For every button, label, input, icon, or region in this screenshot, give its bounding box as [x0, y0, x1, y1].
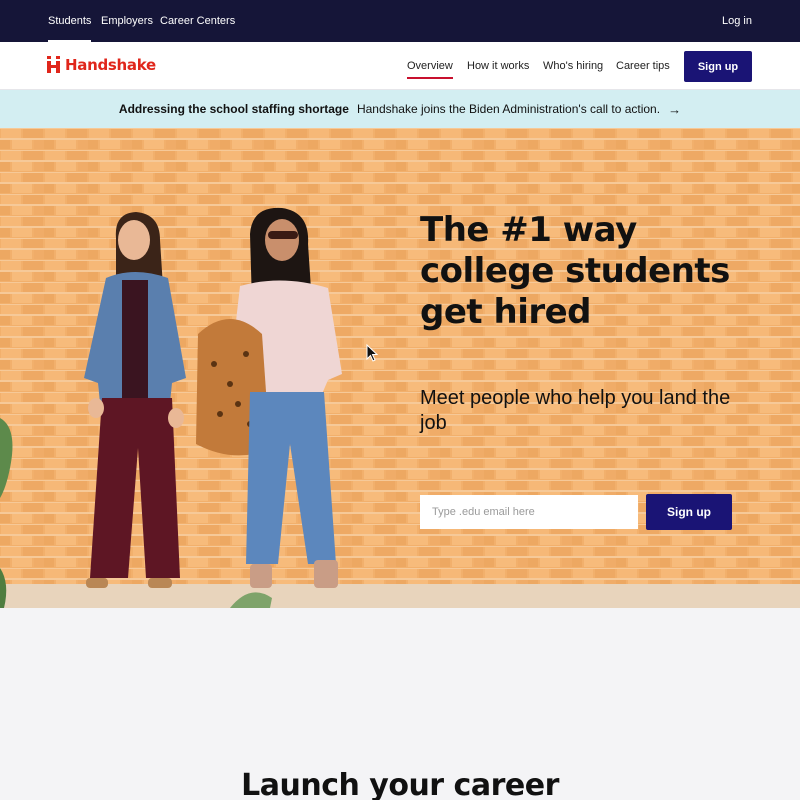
nav-signup-button[interactable]: Sign up [684, 51, 752, 82]
hero-signup-button[interactable]: Sign up [646, 494, 732, 530]
mouse-pointer-icon [366, 344, 379, 362]
hero-section: The #1 way college students get hired Me… [0, 128, 800, 608]
nav-overview[interactable]: Overview [407, 42, 453, 90]
audience-bar: Students Employers Career Centers Log in [0, 0, 800, 42]
login-link[interactable]: Log in [722, 0, 752, 42]
arrow-right-icon: → [668, 101, 682, 117]
nav-overview-label: Overview [407, 60, 453, 79]
student-photo-left [84, 212, 186, 588]
announcement-banner[interactable]: Addressing the school staffing shortage … [0, 90, 800, 128]
section-title: Launch your career [241, 768, 559, 800]
nav-career-tips-label: Career tips [616, 60, 670, 72]
tab-career-centers[interactable]: Career Centers [160, 0, 235, 42]
nav-how-it-works-label: How it works [467, 60, 530, 72]
main-nav: Handshake Overview How it works Who's hi… [0, 42, 800, 90]
nav-whos-hiring-label: Who's hiring [543, 60, 604, 72]
nav-how-it-works[interactable]: How it works [467, 42, 529, 90]
banner-text: Handshake joins the Biden Administration… [356, 102, 661, 116]
email-input[interactable] [420, 495, 638, 529]
nav-whos-hiring[interactable]: Who's hiring [543, 42, 603, 90]
handshake-logo-icon [47, 56, 61, 74]
student-photo-right [196, 207, 342, 588]
hero-title: The #1 way college students get hired [420, 210, 730, 332]
hero-subtitle: Meet people who help you land the job [420, 387, 731, 434]
logo-text: Handshake [65, 56, 156, 74]
tab-students[interactable]: Students [48, 0, 92, 42]
banner-headline: Addressing the school staffing shortage [118, 102, 349, 116]
tab-employers[interactable]: Employers [101, 0, 153, 42]
nav-career-tips[interactable]: Career tips [616, 42, 670, 90]
handshake-logo[interactable]: Handshake [47, 56, 156, 74]
